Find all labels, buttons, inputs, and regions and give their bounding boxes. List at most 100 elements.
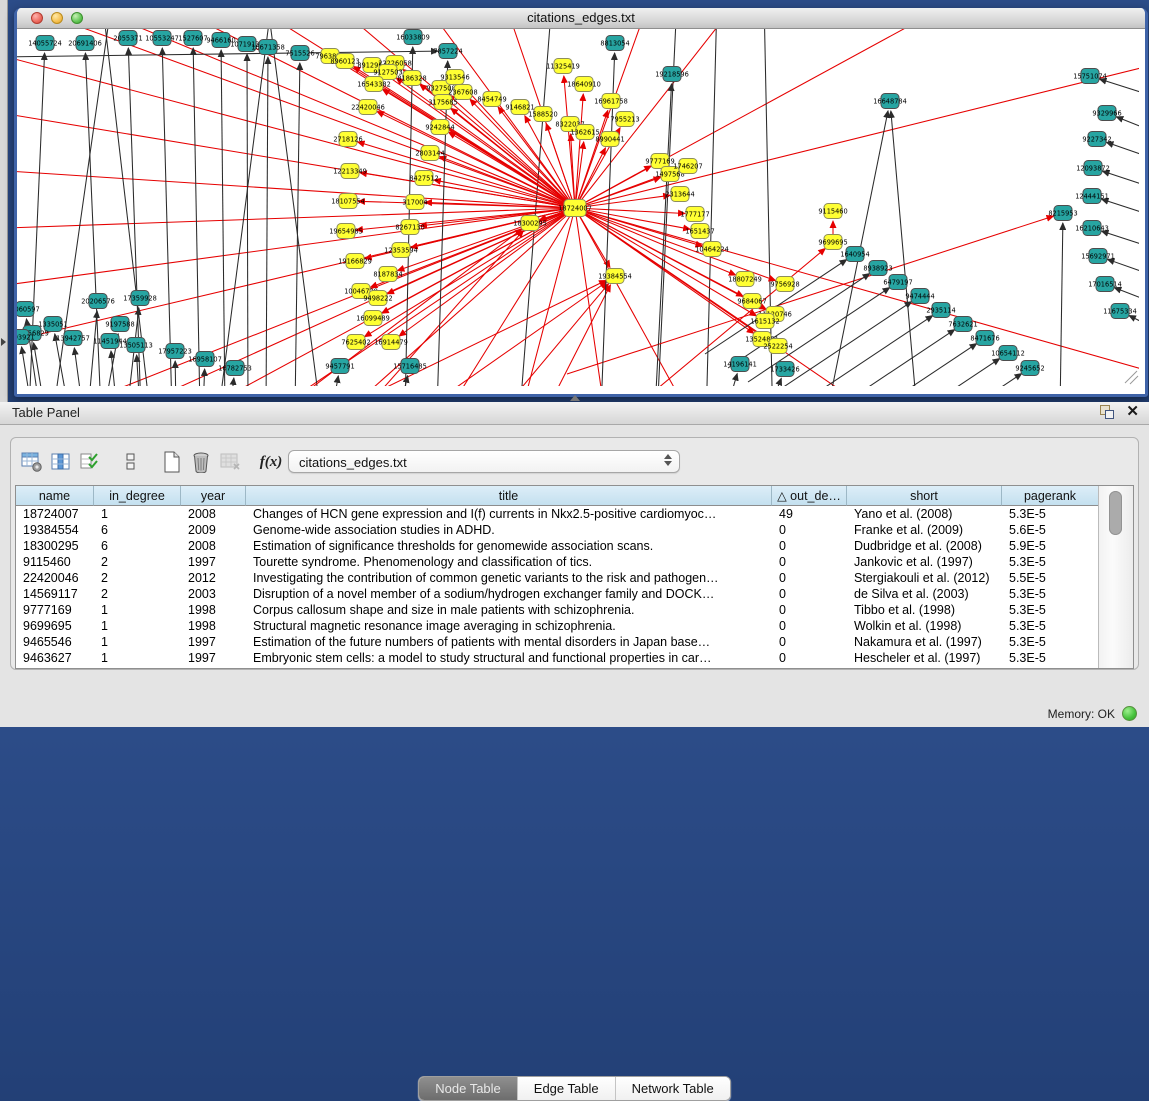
network-edge[interactable] xyxy=(221,50,225,386)
table-row[interactable]: 969969511998Structural magnetic resonanc… xyxy=(16,618,1099,634)
network-edge[interactable] xyxy=(1102,231,1139,254)
scrollbar-thumb[interactable] xyxy=(1109,491,1122,535)
network-edge[interactable] xyxy=(162,48,172,386)
table-cell: Investigating the contribution of common… xyxy=(246,570,772,586)
network-edge[interactable] xyxy=(74,348,83,386)
table-row[interactable]: 946554611997Estimation of the future num… xyxy=(16,634,1099,650)
network-edge[interactable] xyxy=(230,378,234,386)
network-edge[interactable] xyxy=(405,47,413,386)
table-panel-header[interactable]: Table Panel ✕ xyxy=(0,402,1149,425)
network-edge[interactable] xyxy=(17,109,575,208)
column-header-6[interactable]: pagerank xyxy=(1002,486,1099,506)
network-edge[interactable] xyxy=(332,376,338,386)
network-edge[interactable] xyxy=(575,208,776,281)
table-scrollbar[interactable] xyxy=(1098,486,1133,668)
network-edge[interactable] xyxy=(17,51,438,57)
network-edge[interactable] xyxy=(411,208,575,248)
table-cell: Hescheler et al. (1997) xyxy=(847,650,1002,666)
select-columns-button[interactable] xyxy=(77,449,103,475)
network-edge[interactable] xyxy=(17,49,575,208)
delete-column-button[interactable] xyxy=(188,449,214,475)
resize-grip-icon[interactable] xyxy=(1125,371,1138,384)
network-edge[interactable] xyxy=(1106,142,1139,165)
table-mode-button[interactable] xyxy=(19,449,45,475)
row-mode-button[interactable] xyxy=(118,449,144,475)
network-edge[interactable] xyxy=(1102,199,1139,222)
network-edge[interactable] xyxy=(377,111,575,208)
network-edge[interactable] xyxy=(1116,117,1139,139)
network-edge[interactable] xyxy=(891,111,915,386)
network-edge[interactable] xyxy=(347,230,523,386)
tab-node-table[interactable]: Node Table xyxy=(419,1077,518,1100)
network-edge[interactable] xyxy=(267,29,317,386)
network-edge[interactable] xyxy=(193,48,200,386)
network-edge[interactable] xyxy=(768,378,781,386)
table-row[interactable]: 2242004622012Investigating the contribut… xyxy=(16,570,1099,586)
network-canvas[interactable]: 1872400779638228960123891295422226058912… xyxy=(17,29,1139,386)
network-edge[interactable] xyxy=(567,216,1053,374)
column-header-1[interactable]: in_degree xyxy=(94,486,181,506)
network-edge[interactable] xyxy=(128,48,141,386)
memory-indicator[interactable] xyxy=(1122,706,1137,721)
table-cell: 18724007 xyxy=(16,506,94,522)
network-edge[interactable] xyxy=(575,29,747,208)
table-row[interactable]: 1872400712008Changes of HCN gene express… xyxy=(16,506,1099,522)
network-edge[interactable] xyxy=(247,54,248,386)
network-edge[interactable] xyxy=(1100,79,1139,102)
table-selector-dropdown[interactable]: citations_edges.txt xyxy=(288,450,680,473)
column-header-4[interactable]: △ out_de… xyxy=(772,486,847,506)
network-edge[interactable] xyxy=(449,132,575,208)
network-graph[interactable]: 1872400779638228960123891295422226058912… xyxy=(17,29,1139,386)
collapsed-panel-strip[interactable] xyxy=(0,0,8,402)
table-cell: 49 xyxy=(772,506,847,522)
column-header-2[interactable]: year xyxy=(181,486,246,506)
network-edge[interactable] xyxy=(707,29,717,386)
network-edge[interactable] xyxy=(1102,171,1139,194)
network-edge[interactable] xyxy=(835,344,977,386)
network-edge[interactable] xyxy=(1060,223,1063,386)
table-row[interactable]: 911546021997Tourette syndrome. Phenomeno… xyxy=(16,554,1099,570)
network-edge[interactable] xyxy=(858,359,1000,386)
table-row[interactable]: 1456911722003Disruption of a novel membe… xyxy=(16,586,1099,602)
node-label: 19218596 xyxy=(655,70,689,78)
network-edge[interactable] xyxy=(575,59,1139,208)
close-panel-icon[interactable]: ✕ xyxy=(1126,405,1139,419)
network-edge[interactable] xyxy=(575,208,697,386)
column-header-0[interactable]: name xyxy=(16,486,94,506)
table-row[interactable]: 946362711997Embryonic stem cells: a mode… xyxy=(16,650,1099,666)
function-builder-button[interactable]: f(x) xyxy=(258,449,284,475)
network-edge[interactable] xyxy=(880,374,1022,386)
network-edge[interactable] xyxy=(487,284,609,386)
network-edge[interactable] xyxy=(102,29,147,386)
network-edge[interactable] xyxy=(575,208,766,309)
tab-edge-table[interactable]: Edge Table xyxy=(518,1077,616,1100)
network-window[interactable]: citations_edges.txt 18724007796382289601… xyxy=(14,8,1148,397)
table-cell: Jankovic et al. (1997) xyxy=(847,554,1002,570)
node-label: 16958107 xyxy=(188,355,222,363)
column-header-5[interactable]: short xyxy=(847,486,1002,506)
table-header-row: namein_degreeyeartitle△ out_de…shortpage… xyxy=(16,486,1099,506)
network-edge[interactable] xyxy=(175,361,176,386)
tab-network-table[interactable]: Network Table xyxy=(616,1077,730,1100)
network-edge[interactable] xyxy=(17,169,575,208)
network-edge[interactable] xyxy=(564,76,575,208)
network-edge[interactable] xyxy=(537,285,610,386)
network-edge[interactable] xyxy=(1129,315,1139,337)
network-edge[interactable] xyxy=(266,57,268,386)
network-edge[interactable] xyxy=(726,374,737,386)
node-label: 14055724 xyxy=(28,39,62,47)
network-window-titlebar[interactable]: citations_edges.txt xyxy=(17,8,1145,29)
node-label: 1777177 xyxy=(680,210,709,218)
new-column-button[interactable] xyxy=(159,449,185,475)
network-edge[interactable] xyxy=(203,369,205,386)
table-row[interactable]: 977716911998Corpus callosum shape and si… xyxy=(16,602,1099,618)
float-window-icon[interactable] xyxy=(1100,405,1114,419)
expand-panel-arrow-icon[interactable] xyxy=(1,338,6,346)
table-row[interactable]: 1938455462009Genome-wide association stu… xyxy=(16,522,1099,538)
split-pane-handle-icon[interactable] xyxy=(570,395,580,401)
delete-table-button[interactable] xyxy=(217,449,243,475)
column-header-3[interactable]: title xyxy=(246,486,772,506)
table-row[interactable]: 1830029562008Estimation of significance … xyxy=(16,538,1099,554)
show-columns-button[interactable] xyxy=(48,449,74,475)
table-cell: 18300295 xyxy=(16,538,94,554)
